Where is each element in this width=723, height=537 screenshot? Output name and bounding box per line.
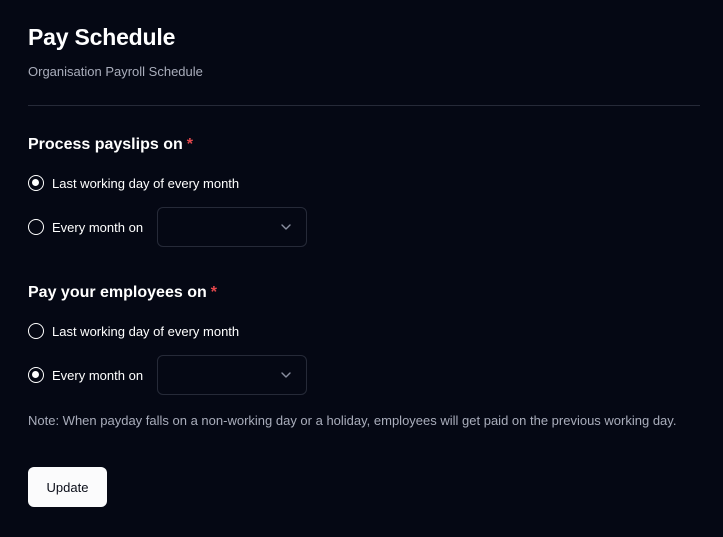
required-mark: *: [186, 136, 193, 153]
pay-schedule-page: Pay Schedule Organisation Payroll Schedu…: [0, 0, 723, 537]
update-button[interactable]: Update: [28, 467, 107, 507]
pay-every-month-option[interactable]: Every month on: [28, 367, 143, 383]
process-payslips-heading-label: Process payslips on: [28, 136, 183, 153]
chevron-down-icon: [281, 372, 291, 378]
page-title: Pay Schedule: [28, 24, 176, 50]
option-label: Every month on: [52, 367, 144, 383]
payday-note: Note: When payday falls on a non-working…: [28, 413, 677, 428]
radio-button[interactable]: [28, 219, 44, 235]
chevron-down-icon: [281, 224, 291, 230]
option-label: Every month on: [52, 219, 144, 235]
pay-employees-heading-label: Pay your employees on: [28, 284, 207, 301]
page-subtitle: Organisation Payroll Schedule: [28, 64, 203, 79]
pay-last-working-day-option[interactable]: Last working day of every month: [28, 323, 239, 339]
process-day-select[interactable]: [157, 207, 307, 247]
option-label: Last working day of every month: [52, 323, 240, 339]
radio-button[interactable]: [28, 323, 44, 339]
radio-button[interactable]: [28, 367, 44, 383]
required-mark: *: [210, 284, 217, 301]
pay-employees-heading: Pay your employees on *: [28, 284, 217, 302]
option-label: Last working day of every month: [52, 175, 240, 191]
process-payslips-heading: Process payslips on *: [28, 136, 193, 154]
pay-day-select[interactable]: [157, 355, 307, 395]
divider: [28, 105, 700, 106]
process-every-month-option[interactable]: Every month on: [28, 219, 143, 235]
radio-button[interactable]: [28, 175, 44, 191]
process-last-working-day-option[interactable]: Last working day of every month: [28, 175, 239, 191]
